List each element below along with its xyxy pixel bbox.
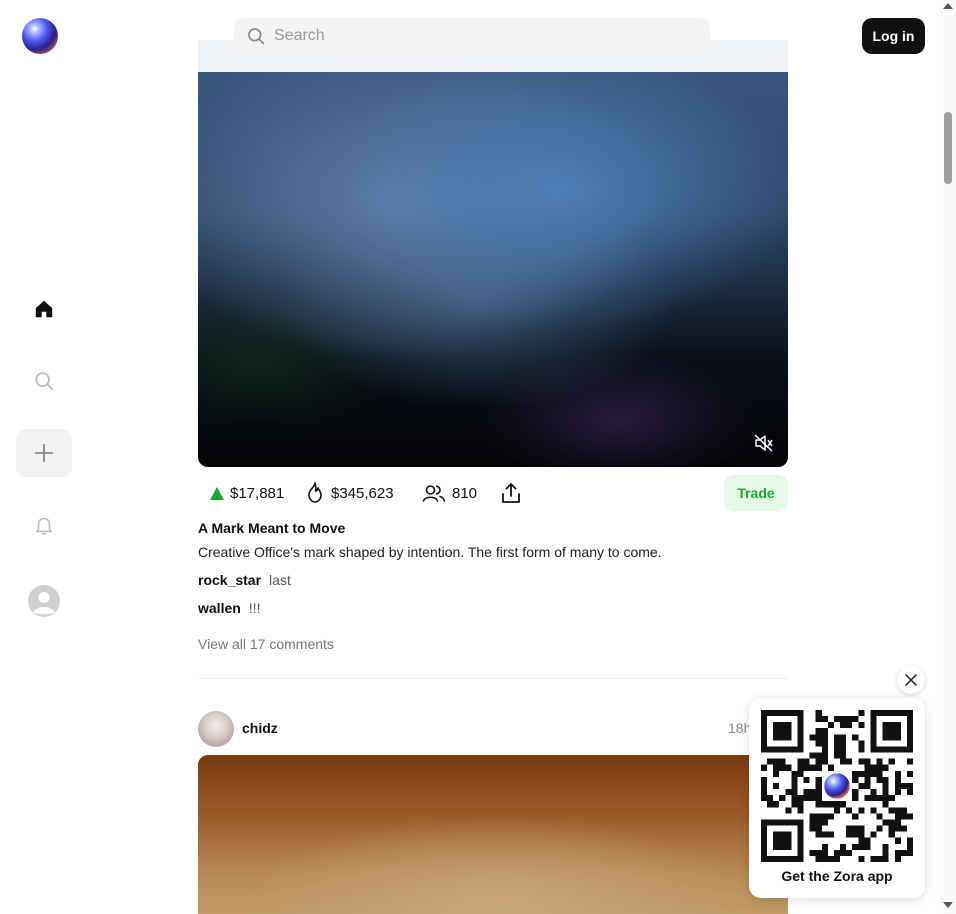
nav-create[interactable]: [16, 429, 72, 477]
qr-code: [761, 710, 913, 862]
share-icon: [502, 483, 520, 503]
volume-stat: $345,623: [305, 480, 394, 506]
view-all-comments-link[interactable]: View all 17 comments: [198, 636, 334, 652]
plus-icon: [34, 443, 54, 463]
close-icon: [905, 674, 917, 686]
holders-value: 810: [452, 484, 478, 502]
nav-home[interactable]: [16, 285, 72, 333]
search-input[interactable]: [274, 27, 674, 45]
nav-search[interactable]: [16, 357, 72, 405]
comment-username[interactable]: rock_star: [198, 572, 261, 588]
nav-profile[interactable]: [16, 577, 72, 625]
volume-value: $345,623: [331, 484, 394, 502]
profile-avatar-icon: [28, 585, 60, 617]
get-app-popup: Get the Zora app: [749, 698, 925, 898]
search-icon: [248, 28, 265, 45]
muted-speaker-icon[interactable]: [754, 434, 774, 452]
scroll-down-arrow[interactable]: [943, 902, 953, 908]
close-popup-button[interactable]: [897, 666, 925, 694]
login-button[interactable]: Log in: [862, 18, 925, 54]
holders-stat: 810: [422, 480, 477, 506]
post-media-video[interactable]: [198, 40, 788, 467]
post-title: A Mark Meant to Move: [198, 520, 346, 536]
get-app-label: Get the Zora app: [781, 868, 893, 884]
zora-logo-icon: [824, 773, 850, 799]
post-timestamp: 18h: [728, 720, 752, 736]
trade-button[interactable]: Trade: [724, 475, 788, 511]
home-icon: [35, 300, 53, 318]
flame-icon: [308, 482, 322, 503]
search-icon: [35, 372, 54, 391]
bell-icon: [35, 517, 53, 535]
nav-notifications[interactable]: [16, 501, 72, 549]
share-button[interactable]: [500, 480, 522, 506]
search-bar[interactable]: [234, 18, 710, 54]
zora-logo[interactable]: [22, 18, 58, 54]
comment-text: !!!: [248, 600, 261, 616]
scrollbar-thumb[interactable]: [944, 112, 952, 184]
scroll-up-arrow[interactable]: [943, 3, 953, 9]
post-description: Creative Office's mark shaped by intenti…: [198, 544, 662, 560]
comment-username[interactable]: wallen: [198, 600, 241, 616]
triangle-up-icon: [210, 486, 224, 500]
market-cap-stat: $17,881: [210, 480, 284, 506]
comment-item: rock_star last: [198, 572, 291, 588]
author-name[interactable]: chidz: [242, 720, 278, 736]
comment-text: last: [269, 572, 291, 588]
holders-icon: [422, 485, 446, 502]
market-cap-value: $17,881: [230, 484, 285, 502]
author-avatar[interactable]: [198, 711, 234, 747]
post-media-image[interactable]: [198, 755, 788, 914]
comment-item: wallen!!!: [198, 600, 260, 616]
post-divider: [198, 678, 788, 679]
